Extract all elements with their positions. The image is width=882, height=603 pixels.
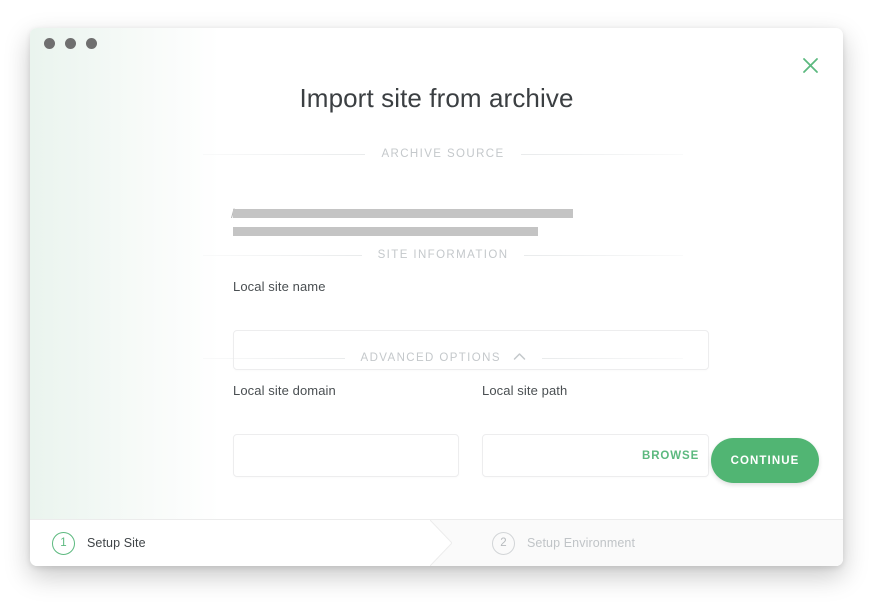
section-label-advanced-options: ADVANCED OPTIONS xyxy=(361,352,526,364)
window-minimize-dot[interactable] xyxy=(65,38,76,49)
step-progress-bar: 1 Setup Site 2 Setup Environment xyxy=(30,519,843,566)
section-divider-archive-source: ARCHIVE SOURCE xyxy=(203,148,683,160)
divider-rule-left xyxy=(203,254,362,256)
step-label-setup-environment: Setup Environment xyxy=(527,536,636,550)
section-label-site-information: SITE INFORMATION xyxy=(377,249,509,261)
app-window: Import site from archive ARCHIVE SOURCE … xyxy=(30,28,843,566)
divider-rule-right xyxy=(524,254,684,256)
divider-rule-right xyxy=(541,357,684,359)
continue-button[interactable]: CONTINUE xyxy=(711,438,819,483)
step-item-setup-site[interactable]: 1 Setup Site xyxy=(30,520,452,566)
close-icon[interactable] xyxy=(797,52,823,78)
chevron-up-icon[interactable] xyxy=(513,352,526,364)
label-local-site-name: Local site name xyxy=(233,279,326,294)
step-item-setup-environment[interactable]: 2 Setup Environment xyxy=(452,520,843,566)
step-number-1: 1 xyxy=(52,531,75,555)
section-divider-advanced-options[interactable]: ADVANCED OPTIONS xyxy=(203,352,684,364)
section-divider-site-information: SITE INFORMATION xyxy=(203,249,684,261)
archive-path-redaction-line-2 xyxy=(233,227,538,236)
window-controls xyxy=(44,38,97,49)
divider-rule-right xyxy=(520,153,683,155)
archive-path-redaction-line-1 xyxy=(233,209,573,218)
page-title: Import site from archive xyxy=(299,83,574,113)
window-maximize-dot[interactable] xyxy=(86,38,97,49)
step-number-2: 2 xyxy=(492,531,515,555)
divider-rule-left xyxy=(203,153,366,155)
advanced-options-text: ADVANCED OPTIONS xyxy=(360,352,501,365)
local-site-domain-input[interactable] xyxy=(233,434,459,477)
window-close-dot[interactable] xyxy=(44,38,55,49)
dialog-content: Import site from archive ARCHIVE SOURCE … xyxy=(30,28,843,566)
step-label-setup-site: Setup Site xyxy=(87,536,146,550)
divider-rule-left xyxy=(203,357,345,359)
label-local-site-domain: Local site domain xyxy=(233,383,336,398)
browse-button[interactable]: BROWSE xyxy=(640,446,701,466)
label-local-site-path: Local site path xyxy=(482,383,568,398)
section-label-archive-source: ARCHIVE SOURCE xyxy=(381,148,505,160)
